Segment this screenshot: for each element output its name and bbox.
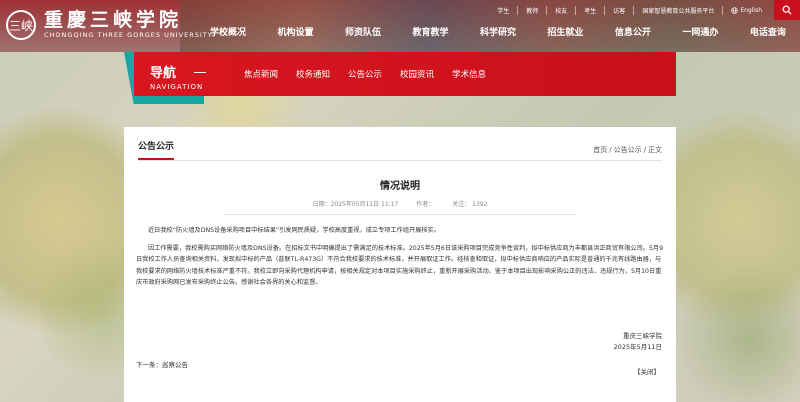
signature-date: 2025年5月11日 bbox=[613, 343, 662, 351]
nav-phone-directory[interactable]: 电话查询 bbox=[750, 25, 786, 38]
school-name-en: CHONGQING THREE GORGES UNIVERSITY bbox=[44, 31, 213, 39]
close-button[interactable]: 【关闭】 bbox=[634, 366, 660, 376]
topbar-link-alumni[interactable]: 校友 bbox=[547, 6, 577, 15]
audience-links: 学生 教师 校友 考生 访客 国家智慧教育公共服务平台 English bbox=[489, 6, 770, 15]
nav-departments[interactable]: 机构设置 bbox=[277, 25, 313, 38]
subnav-item-campus-news[interactable]: 校园资讯 bbox=[400, 68, 434, 80]
topbar-link-english[interactable]: English bbox=[723, 7, 770, 14]
views-label: 关注： bbox=[452, 201, 471, 208]
topbar-link-smart-edu[interactable]: 国家智慧教育公共服务平台 bbox=[634, 6, 724, 15]
nav-research[interactable]: 科学研究 bbox=[480, 25, 516, 38]
subnav-item-academic[interactable]: 学术信息 bbox=[452, 68, 486, 80]
subnav-title-en: NAVIGATION bbox=[150, 83, 204, 91]
breadcrumb-separator: / bbox=[609, 146, 612, 154]
topbar-link-students[interactable]: 学生 bbox=[489, 6, 519, 15]
breadcrumb-home[interactable]: 首页 bbox=[593, 146, 607, 154]
search-button[interactable] bbox=[774, 0, 800, 20]
article-meta: 日期：2025年05月11日 11:17 作者： 关注： 1392 bbox=[224, 199, 576, 215]
nav-one-stop[interactable]: 一网通办 bbox=[682, 25, 718, 38]
subnav-item-notices[interactable]: 校务通知 bbox=[296, 68, 330, 80]
sub-navigation: 导航 NAVIGATION 焦点新闻 校务通知 公告公示 校园资讯 学术信息 bbox=[124, 52, 676, 104]
subnav-item-announcements[interactable]: 公告公示 bbox=[348, 68, 382, 80]
topbar-link-teachers[interactable]: 教师 bbox=[518, 6, 548, 15]
next-article-link[interactable]: 下一条：巡察公告 bbox=[136, 359, 188, 369]
main-nav: 学校概况 机构设置 师资队伍 教育教学 科学研究 招生就业 信息公开 一网通办 … bbox=[210, 25, 800, 38]
card-header: 公告公示 首页 / 公告公示 / 正文 bbox=[138, 137, 662, 161]
site-logo[interactable]: 三峡 重慶三峡学院 CHONGQING THREE GORGES UNIVERS… bbox=[6, 10, 213, 40]
signature-org: 重庆三峡学院 bbox=[623, 332, 662, 340]
nav-admissions[interactable]: 招生就业 bbox=[547, 25, 583, 38]
topbar-link-applicants[interactable]: 考生 bbox=[576, 6, 606, 15]
globe-icon bbox=[731, 7, 738, 14]
subnav-item-focus-news[interactable]: 焦点新闻 bbox=[244, 68, 278, 80]
nav-faculty[interactable]: 师资队伍 bbox=[345, 25, 381, 38]
subnav-title: 导航 NAVIGATION bbox=[150, 62, 207, 91]
subnav-links: 焦点新闻 校务通知 公告公示 校园资讯 学术信息 bbox=[244, 68, 504, 80]
article-date: 日期：2025年05月11日 11:17 bbox=[312, 201, 399, 208]
article-paragraph: 因工作需要，我校需购买网络防火墙及DNS设备。在招标文书中明确提出了需满足的技术… bbox=[136, 244, 664, 287]
search-icon bbox=[782, 5, 792, 15]
breadcrumb-separator: / bbox=[643, 146, 646, 154]
article-views: 关注： 1392 bbox=[452, 201, 487, 208]
article-body: 近日我校“防火墙及DNS设备采购项目中标结果”引发网民质疑，学校高度重视，成立专… bbox=[136, 225, 664, 295]
article-signature: 重庆三峡学院 2025年5月11日 bbox=[614, 331, 662, 353]
article-paragraph: 近日我校“防火墙及DNS设备采购项目中标结果”引发网民质疑，学校高度重视，成立专… bbox=[148, 227, 440, 234]
subnav-title-cn: 导航 bbox=[150, 66, 177, 81]
english-label: English bbox=[740, 7, 762, 14]
breadcrumb-current: 正文 bbox=[648, 146, 662, 154]
university-seal-icon: 三峡 bbox=[6, 10, 36, 40]
school-name-cn: 重慶三峡学院 bbox=[44, 9, 183, 31]
views-count: 1392 bbox=[472, 201, 488, 208]
nav-disclosure[interactable]: 信息公开 bbox=[615, 25, 651, 38]
article-title: 情况说明 bbox=[380, 181, 420, 192]
topbar-link-visitors[interactable]: 访客 bbox=[605, 6, 635, 15]
breadcrumb: 首页 / 公告公示 / 正文 bbox=[593, 145, 662, 155]
site-header: 三峡 重慶三峡学院 CHONGQING THREE GORGES UNIVERS… bbox=[0, 0, 800, 52]
section-title: 公告公示 bbox=[138, 139, 175, 160]
article-author: 作者： bbox=[416, 201, 435, 208]
nav-about[interactable]: 学校概况 bbox=[210, 25, 246, 38]
subnav-title-dash bbox=[194, 72, 207, 73]
logo-text: 重慶三峡学院 CHONGQING THREE GORGES UNIVERSITY bbox=[44, 10, 213, 40]
nav-education[interactable]: 教育教学 bbox=[412, 25, 448, 38]
breadcrumb-announcements[interactable]: 公告公示 bbox=[614, 146, 642, 154]
article-card: 公告公示 首页 / 公告公示 / 正文 情况说明 日期：2025年05月11日 11:1… bbox=[124, 127, 676, 402]
